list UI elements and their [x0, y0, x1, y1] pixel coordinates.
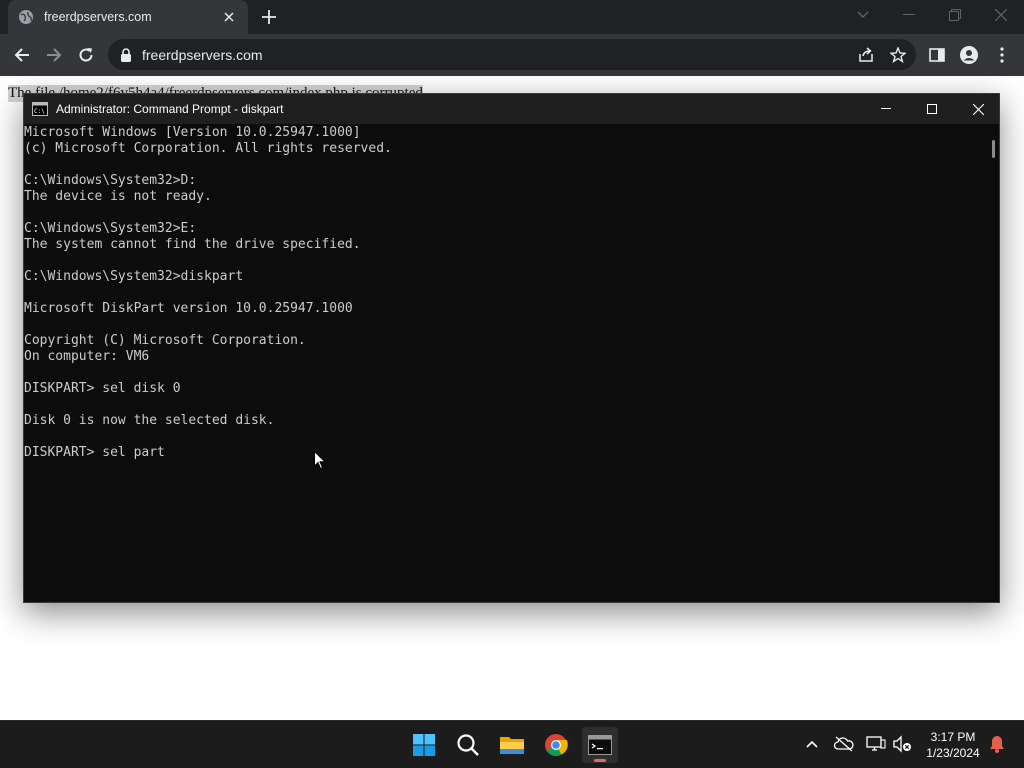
command-prompt-window[interactable]: C:\ Administrator: Command Prompt - disk… [23, 93, 1000, 603]
start-icon[interactable] [406, 727, 442, 763]
console-line: On computer: VM6 [24, 349, 150, 364]
search-icon[interactable] [450, 727, 486, 763]
cmd-app-icon: C:\ [32, 102, 48, 116]
browser-tab[interactable]: freerdpservers.com [8, 0, 248, 34]
console-scrollbar[interactable] [992, 140, 995, 158]
mouse-cursor-icon [314, 451, 326, 470]
globe-icon [19, 10, 33, 24]
console-line: The system cannot find the drive specifi… [24, 237, 361, 252]
network-icon[interactable] [865, 733, 887, 755]
minimize-icon[interactable] [886, 0, 932, 30]
bookmark-star-icon[interactable] [885, 42, 911, 68]
profile-icon[interactable] [956, 42, 982, 68]
svg-text:C:\: C:\ [34, 108, 45, 115]
cmd-minimize-icon[interactable] [863, 94, 909, 124]
console-line: C:\Windows\System32>D: [24, 173, 197, 188]
tab-close-icon[interactable] [220, 8, 238, 26]
file-explorer-icon[interactable] [494, 727, 530, 763]
onedrive-offline-icon[interactable] [833, 733, 855, 755]
console-output[interactable]: Microsoft Windows [Version 10.0.25947.10… [24, 124, 989, 602]
console-line: C:\Windows\System32>diskpart [24, 269, 244, 284]
tab-search-icon[interactable] [840, 0, 886, 30]
cmd-title: Administrator: Command Prompt - diskpart [56, 102, 284, 116]
console-line: The device is not ready. [24, 189, 212, 204]
system-clock[interactable]: 3:17 PM 1/23/2024 [918, 729, 988, 761]
close-window-icon[interactable] [978, 0, 1024, 30]
address-text: freerdpservers.com [142, 46, 263, 63]
clock-date: 1/23/2024 [926, 746, 980, 760]
console-line: (c) Microsoft Corporation. All rights re… [24, 141, 392, 156]
console-line: Disk 0 is now the selected disk. [24, 413, 275, 428]
forward-icon[interactable] [41, 42, 67, 68]
notification-bell-icon[interactable] [986, 733, 1008, 755]
console-line: Microsoft DiskPart version 10.0.25947.10… [24, 301, 353, 316]
cmd-title-bar[interactable]: C:\ Administrator: Command Prompt - disk… [24, 94, 999, 124]
chrome-icon[interactable] [538, 727, 574, 763]
terminal-icon[interactable] [582, 727, 618, 763]
console-line: Copyright (C) Microsoft Corporation. [24, 333, 306, 348]
new-tab-icon[interactable] [258, 6, 280, 28]
console-line: Microsoft Windows [Version 10.0.25947.10… [24, 125, 361, 140]
show-hidden-icons-chevron-icon[interactable] [801, 733, 823, 755]
side-panel-icon[interactable] [924, 42, 950, 68]
active-app-indicator [594, 759, 606, 762]
console-line: DISKPART> sel part [24, 445, 165, 460]
restore-icon[interactable] [932, 0, 978, 30]
reload-icon[interactable] [73, 42, 99, 68]
clock-time: 3:17 PM [930, 730, 976, 744]
back-icon[interactable] [9, 42, 35, 68]
tab-title: freerdpservers.com [44, 10, 152, 24]
taskbar: 3:17 PM 1/23/2024 [0, 720, 1024, 768]
console-line: DISKPART> sel disk 0 [24, 381, 181, 396]
cmd-maximize-icon[interactable] [909, 94, 955, 124]
browser-tab-bar: freerdpservers.com [0, 0, 1024, 34]
cmd-close-icon[interactable] [955, 94, 1001, 124]
menu-kebab-icon[interactable] [989, 42, 1015, 68]
address-bar[interactable]: freerdpservers.com [108, 39, 916, 70]
volume-muted-icon[interactable] [891, 733, 913, 755]
share-icon[interactable] [853, 42, 879, 68]
lock-icon [121, 47, 131, 62]
browser-toolbar: freerdpservers.com [0, 34, 1024, 76]
console-line: C:\Windows\System32>E: [24, 221, 197, 236]
